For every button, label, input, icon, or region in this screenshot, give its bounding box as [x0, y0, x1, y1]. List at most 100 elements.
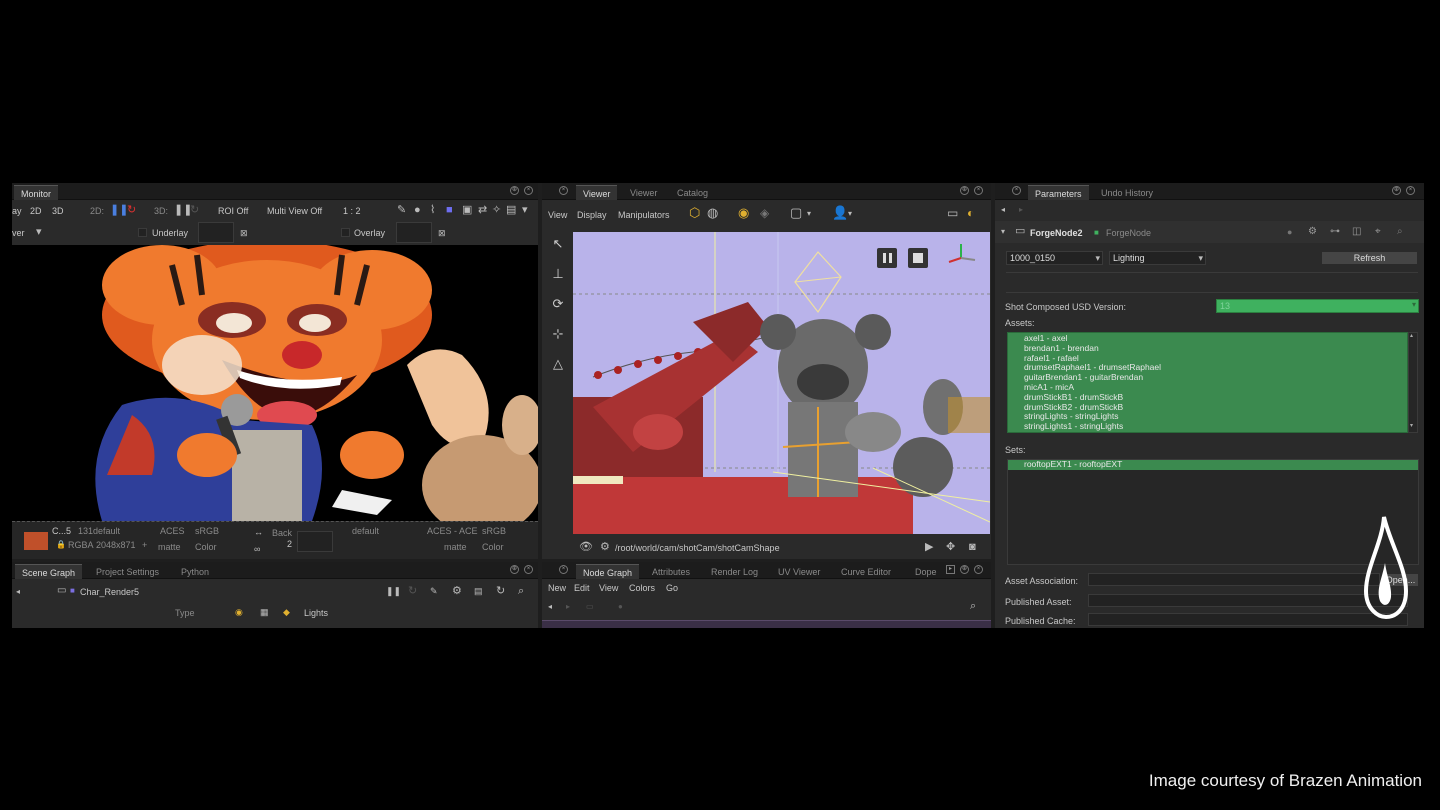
department-dropdown[interactable]: Lighting — [1109, 251, 1206, 265]
multiview-dropdown[interactable]: Multi View Off — [267, 206, 322, 216]
camera-settings-icon[interactable]: ⚙ — [600, 541, 610, 553]
asset-association-field[interactable] — [1088, 573, 1380, 586]
node-graph-close-left-icon[interactable]: × — [559, 565, 568, 574]
compare-input[interactable] — [297, 531, 333, 552]
tab-scene-graph[interactable]: Scene Graph — [15, 564, 83, 579]
params-close-left-icon[interactable]: × — [1012, 186, 1021, 195]
node-name[interactable]: ForgeNode2 — [1030, 228, 1083, 238]
params-back-icon[interactable]: ◂ — [1001, 204, 1005, 216]
move-icon[interactable]: ✥ — [946, 541, 955, 553]
tab-curve-editor[interactable]: Curve Editor — [834, 564, 898, 579]
tab-viewer-2[interactable]: Viewer — [623, 185, 664, 200]
render-column-icon[interactable]: ▦ — [260, 606, 269, 618]
clapper-icon[interactable]: ▤ — [506, 204, 516, 216]
node-search-icon[interactable]: ⌕ — [1397, 226, 1403, 238]
tab-catalog[interactable]: Catalog — [670, 185, 715, 200]
refresh-red-icon[interactable]: ↻ — [127, 204, 136, 216]
node-graph-close-icon[interactable]: × — [974, 565, 983, 574]
swap-arrows-icon[interactable]: ↔ — [254, 526, 263, 538]
panel-close-icon[interactable]: × — [524, 186, 533, 195]
sg-pause-icon[interactable]: ❚❚ — [386, 585, 401, 597]
camera-link-icon[interactable]: ◐ — [967, 207, 974, 219]
refresh-button[interactable]: Refresh — [1321, 251, 1418, 265]
matte-dropdown-1[interactable]: matte — [158, 542, 181, 552]
ng-menu-new[interactable]: New — [548, 583, 566, 593]
more-icon[interactable]: ▾ — [522, 204, 528, 216]
nav-back-icon[interactable]: ◂ — [16, 586, 20, 598]
target-icon[interactable]: ✧ — [492, 204, 501, 216]
view-3d-button[interactable]: 3D — [52, 206, 64, 216]
globe-icon[interactable]: ◍ — [707, 206, 718, 219]
select-tool-icon[interactable]: ↖ — [549, 236, 567, 254]
node-graph-canvas[interactable] — [542, 620, 991, 628]
overlay-input[interactable] — [396, 222, 432, 243]
viewport-3d[interactable] — [573, 232, 990, 534]
assets-list[interactable]: axel1 - axel brendan1 - brendan rafael1 - … — [1007, 332, 1408, 433]
tab-undo-history[interactable]: Undo History — [1094, 185, 1160, 200]
user-icon[interactable]: 👤 — [832, 206, 848, 219]
usd-version-dropdown[interactable]: 13 ▾ — [1216, 299, 1419, 313]
color-dropdown-2[interactable]: Color — [482, 542, 504, 552]
sg-reload-icon[interactable]: ↻ — [496, 585, 505, 597]
tab-viewer[interactable]: Viewer — [576, 185, 618, 200]
node-comment-icon[interactable]: ◫ — [1352, 226, 1361, 238]
translate-tool-icon[interactable]: ⊥ — [549, 266, 567, 284]
sg-settings-icon[interactable]: ⚙ — [452, 585, 462, 597]
camera-record-icon[interactable]: ◙ — [969, 541, 976, 553]
tab-render-log[interactable]: Render Log — [704, 564, 765, 579]
matte-dropdown-2[interactable]: matte — [444, 542, 467, 552]
ng-forward-icon[interactable]: ▸ — [566, 601, 570, 613]
thumbnail[interactable] — [24, 532, 48, 550]
layers-icon[interactable]: ■ — [446, 204, 453, 216]
ng-menu-edit[interactable]: Edit — [574, 583, 590, 593]
view-dropdown-icon[interactable]: ▾ — [36, 226, 42, 238]
overlay-clear-icon[interactable]: ⊠ — [438, 227, 446, 239]
ng-menu-go[interactable]: Go — [666, 583, 678, 593]
scene-graph-close-icon[interactable]: × — [524, 565, 533, 574]
ng-home-icon[interactable]: ▭ — [586, 601, 594, 613]
sg-search-icon[interactable]: ⌕ — [518, 585, 524, 597]
color-dropdown-1[interactable]: Color — [195, 542, 217, 552]
sg-pen-icon[interactable]: ✎ — [430, 585, 438, 597]
pick-2d-label[interactable]: 2D: — [90, 206, 104, 216]
ng-search-icon[interactable]: ⌕ — [970, 600, 976, 612]
params-forward-icon[interactable]: ▸ — [1019, 204, 1023, 216]
tab-dope[interactable]: Dope — [908, 564, 944, 579]
viewer-close-left-icon[interactable]: × — [559, 186, 568, 195]
tab-node-graph[interactable]: Node Graph — [576, 564, 640, 579]
refresh-3d-icon[interactable]: ↻ — [190, 204, 199, 216]
sg-refresh-icon[interactable]: ↻ — [408, 585, 417, 597]
roi-dropdown[interactable]: ROI Off — [218, 206, 248, 216]
scale-tool-icon[interactable]: ⊹ — [549, 326, 567, 344]
underlay-clear-icon[interactable]: ⊠ — [240, 227, 248, 239]
user-dropdown-icon[interactable]: ▾ — [848, 208, 852, 220]
pause-icon[interactable]: ❚❚ — [110, 204, 128, 216]
ng-back-icon[interactable]: ◂ — [548, 601, 552, 613]
set-list-item[interactable]: rooftopEXT1 - rooftopEXT — [1008, 459, 1418, 470]
frame-icon[interactable]: ▣ — [462, 204, 472, 216]
shot-dropdown[interactable]: 1000_0150 — [1006, 251, 1103, 265]
frame-dropdown-icon[interactable]: ▾ — [807, 208, 811, 220]
sphere-shaded-icon[interactable]: ◉ — [738, 206, 749, 219]
viewer-options-icon[interactable]: ⊕ — [960, 186, 969, 195]
menu-view[interactable]: View — [548, 210, 567, 220]
ng-lock-icon[interactable]: ● — [618, 601, 623, 613]
monitor-display-icon[interactable]: ▭ — [947, 207, 958, 219]
type-column-header[interactable]: Type — [175, 608, 195, 618]
cube-icon[interactable]: ⬡ — [689, 206, 700, 219]
viewer-close-icon[interactable]: × — [974, 186, 983, 195]
tab-scroll-icon[interactable]: ▸ — [946, 565, 955, 574]
aces-dropdown-2[interactable]: ACES - ACE — [427, 526, 478, 536]
pick-3d-label[interactable]: 3D: — [154, 206, 168, 216]
view-2d-button[interactable]: 2D — [30, 206, 42, 216]
assets-scrollbar[interactable]: ▴ ▾ — [1408, 332, 1418, 433]
scroll-up-icon[interactable]: ▴ — [1410, 332, 1413, 339]
menu-display[interactable]: Display — [577, 210, 607, 220]
params-close-icon[interactable]: × — [1406, 186, 1415, 195]
eye-icon[interactable]: 👁 — [579, 541, 593, 553]
tab-python[interactable]: Python — [174, 564, 216, 579]
lights-column-icon[interactable]: ◆ — [283, 606, 290, 618]
light-column-icon[interactable]: ◉ — [235, 606, 243, 618]
tab-project-settings[interactable]: Project Settings — [89, 564, 166, 579]
tab-monitor[interactable]: Monitor — [14, 185, 59, 200]
